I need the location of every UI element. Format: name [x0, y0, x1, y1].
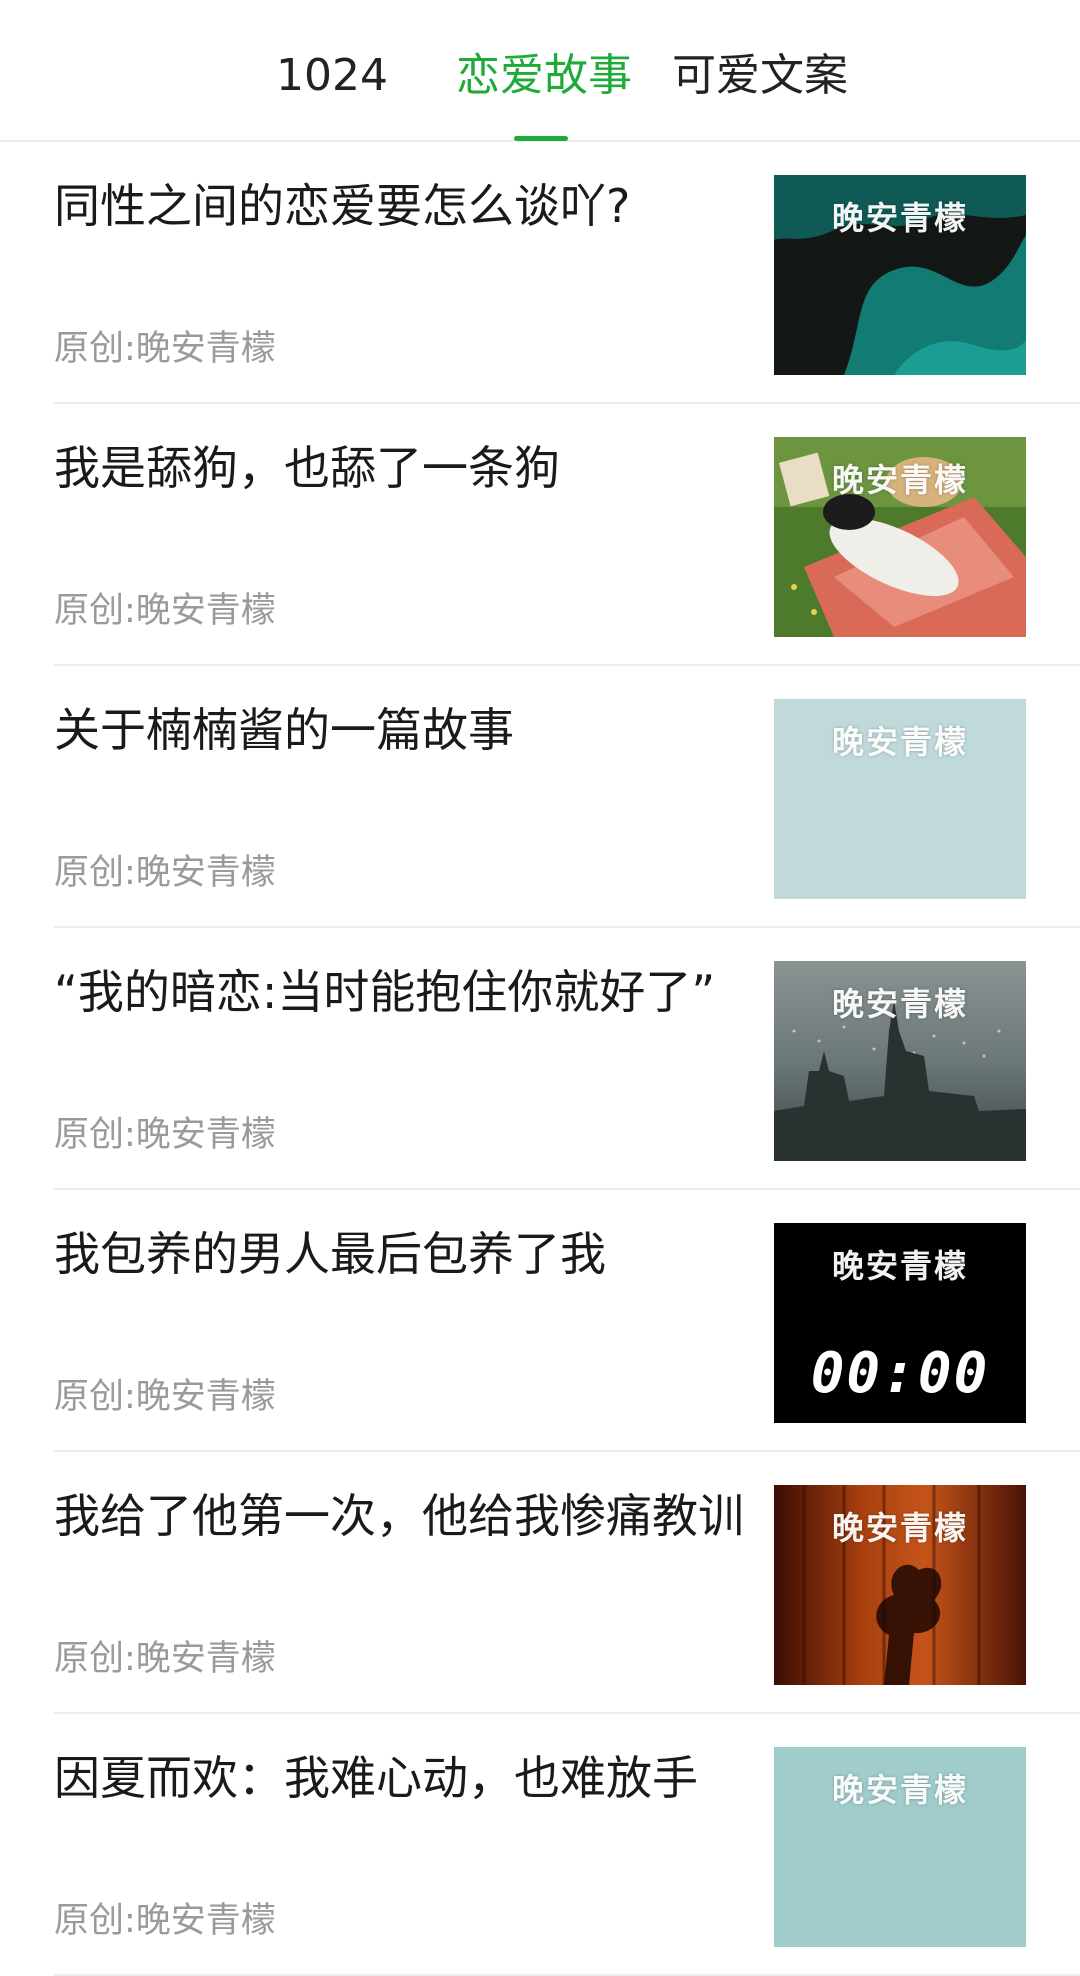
thumbnail-watermark: 晚安青檬: [831, 985, 968, 1023]
article-thumbnail[interactable]: 晚安青檬: [774, 1747, 1026, 1947]
thumbnail-watermark: 晚安青檬: [831, 199, 968, 237]
article-list: 同性之间的恋爱要怎么谈吖? 原创:晚安青檬 晚安青檬 我是舔狗，也舔了一条狗 原…: [0, 142, 1080, 1976]
article-author: 原创:晚安青檬: [54, 591, 276, 631]
article-title: 我是舔狗，也舔了一条狗: [54, 441, 560, 495]
article-author: 原创:晚安青檬: [54, 1639, 276, 1679]
thumbnail-watermark: 晚安青檬: [831, 461, 968, 499]
article-thumbnail[interactable]: 晚安青檬: [774, 1485, 1026, 1685]
article-thumbnail[interactable]: 晚安青檬: [774, 175, 1026, 375]
thumbnail-watermark: 晚安青檬: [831, 1771, 968, 1809]
article-item[interactable]: 同性之间的恋爱要怎么谈吖? 原创:晚安青檬 晚安青檬: [0, 142, 1080, 404]
article-thumbnail[interactable]: 晚安青檬: [774, 437, 1026, 637]
tab-cute-copy[interactable]: 可爱文案: [672, 48, 848, 104]
article-title: 同性之间的恋爱要怎么谈吖?: [54, 179, 631, 233]
tab-1024[interactable]: 1024: [276, 48, 388, 104]
article-author: 原创:晚安青檬: [54, 1115, 276, 1155]
thumbnail-watermark: 晚安青檬: [831, 1247, 968, 1285]
tab-love-stories[interactable]: 恋爱故事: [456, 48, 632, 104]
article-item[interactable]: “我的暗恋:当时能抱住你就好了” 原创:晚安青檬 晚安青檬: [0, 928, 1080, 1190]
article-author: 原创:晚安青檬: [54, 329, 276, 369]
article-title: “我的暗恋:当时能抱住你就好了”: [54, 965, 716, 1019]
top-tab-bar: 1024 恋爱故事 可爱文案: [0, 0, 1080, 142]
article-thumbnail[interactable]: 晚安青檬: [774, 699, 1026, 899]
article-title: 我给了他第一次，他给我惨痛教训: [54, 1489, 744, 1543]
article-item[interactable]: 因夏而欢：我难心动，也难放手 原创:晚安青檬 晚安青檬: [0, 1714, 1080, 1976]
article-author: 原创:晚安青檬: [54, 1901, 276, 1941]
thumbnail-watermark: 晚安青檬: [831, 723, 968, 761]
article-item[interactable]: 我是舔狗，也舔了一条狗 原创:晚安青檬 晚安青檬: [0, 404, 1080, 666]
article-item[interactable]: 关于楠楠酱的一篇故事 原创:晚安青檬 晚安青檬: [0, 666, 1080, 928]
article-title: 关于楠楠酱的一篇故事: [54, 703, 514, 757]
article-thumbnail[interactable]: 晚安青檬 00:00: [774, 1223, 1026, 1423]
article-item[interactable]: 我包养的男人最后包养了我 原创:晚安青檬 晚安青檬 00:00: [0, 1190, 1080, 1452]
article-item[interactable]: 我给了他第一次，他给我惨痛教训 原创:晚安青檬 晚安青檬: [0, 1452, 1080, 1714]
article-title: 我包养的男人最后包养了我: [54, 1227, 606, 1281]
active-tab-indicator: [514, 136, 568, 141]
article-author: 原创:晚安青檬: [54, 853, 276, 893]
thumbnail-clock-text: 00:00: [810, 1341, 990, 1406]
thumbnail-watermark: 晚安青檬: [831, 1509, 968, 1547]
article-title: 因夏而欢：我难心动，也难放手: [54, 1751, 698, 1805]
article-author: 原创:晚安青檬: [54, 1377, 276, 1417]
article-thumbnail[interactable]: 晚安青檬: [774, 961, 1026, 1161]
